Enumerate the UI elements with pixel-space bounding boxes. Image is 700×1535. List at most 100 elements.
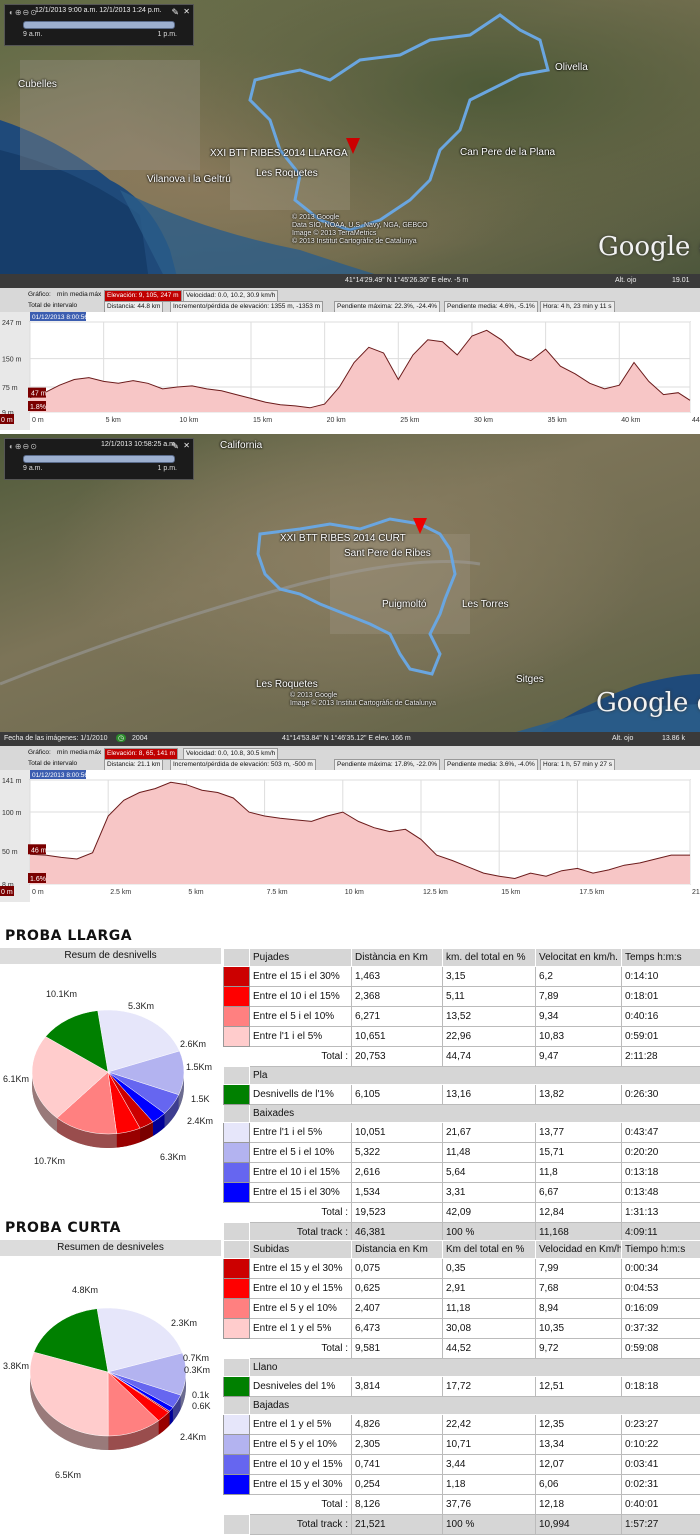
speed-cell: 7,89	[536, 987, 622, 1007]
color-swatch	[224, 1259, 250, 1279]
color-swatch	[224, 987, 250, 1007]
place-label: Les Torres	[462, 599, 509, 610]
elevation-profile[interactable]: 141 m100 m50 m8 m0 m2.5 km5 km7.5 km10 k…	[0, 770, 700, 902]
time-cell: 0:43:47	[622, 1123, 700, 1143]
row-label: Entre el 15 y el 30%	[250, 1259, 352, 1279]
elevation-chart-llarga[interactable]: 247 m150 m75 m9 m0 m5 km10 km15 km20 km2…	[0, 312, 700, 430]
map-view-llarga[interactable]: ◐⊕⊖⊙ 12/1/2013 9:00 a.m. 12/1/2013 1:24 …	[0, 0, 700, 288]
row-label: Entre el 10 y el 15%	[250, 1455, 352, 1475]
distance-cell: 2,407	[352, 1299, 443, 1319]
time-cell: 0:40:16	[622, 1007, 700, 1027]
percent-cell: 5,11	[443, 987, 536, 1007]
time-slider[interactable]	[23, 21, 175, 29]
percent-cell: 17,72	[443, 1377, 536, 1397]
color-swatch	[224, 1435, 250, 1455]
historical-imagery-icon[interactable]: ◷	[116, 734, 126, 742]
current-grade: 1.6%	[30, 876, 46, 883]
speed-cell: 13,82	[536, 1085, 622, 1105]
x-tick-label: 15 km	[501, 889, 520, 896]
total-label: Total :	[250, 1339, 352, 1359]
wrench-icon[interactable]: ✎	[171, 7, 179, 18]
y-tick-label: 141 m	[2, 778, 22, 785]
column-header: Pujades	[250, 949, 352, 967]
column-header: Subidas	[250, 1241, 352, 1259]
x-tick-label: 44.8 km	[692, 417, 700, 424]
blank-cell	[224, 1495, 250, 1515]
table-row: Entre l'1 i el 5%10,05121,6713,770:43:47	[224, 1123, 700, 1143]
map-status-bar: 41°14'29.49" N 1°45'26.36" E elev. -5 m …	[0, 274, 700, 288]
total-label: Total track :	[250, 1515, 352, 1535]
time-cell: 0:13:48	[622, 1183, 700, 1203]
pie-label: 1.5Km	[186, 1062, 212, 1072]
pie-label: 5.3Km	[128, 1001, 154, 1011]
zoom-controls-icon[interactable]: ◐⊕⊖⊙	[9, 442, 38, 451]
close-icon[interactable]: ✕	[183, 7, 190, 16]
pie-box-llarga: Resum de desnivells 10.1Km5.3Km2.6Km1.5K…	[0, 948, 221, 1212]
blank-cell	[224, 1203, 250, 1223]
elevation-panel-curta: Gráfico: mín media máx Elevación: 8, 65,…	[0, 746, 700, 902]
y-tick-label: 50 m	[2, 849, 18, 856]
color-swatch	[224, 1123, 250, 1143]
speed-cell: 11,8	[536, 1163, 622, 1183]
table-header-row: PujadesDistància en Kmkm. del total en %…	[224, 949, 700, 967]
time-cell: 1:31:13	[622, 1203, 700, 1223]
distance-cell: 10,651	[352, 1027, 443, 1047]
color-swatch	[224, 1299, 250, 1319]
date-tag: 01/12/2013 8:00:56	[32, 314, 88, 321]
pie-title: Resumen de desniveles	[0, 1240, 221, 1256]
pie-box-curta: Resumen de desniveles 4.8Km2.3Km0.7Km0.3…	[0, 1240, 221, 1514]
wrench-icon[interactable]: ✎	[171, 441, 179, 452]
placemark-icon[interactable]	[413, 518, 427, 534]
x-tick-label: 5 km	[188, 889, 203, 896]
table-row: Entre el 5 i el 10%6,27113,529,340:40:16	[224, 1007, 700, 1027]
speed-cell: 9,34	[536, 1007, 622, 1027]
elevation-chart-curta[interactable]: 141 m100 m50 m8 m0 m2.5 km5 km7.5 km10 k…	[0, 770, 700, 902]
table-row: Entre el 10 i el 15%2,6165,6411,80:13:18	[224, 1163, 700, 1183]
time-cell: 0:04:53	[622, 1279, 700, 1299]
pie-label: 2.4Km	[187, 1116, 213, 1126]
place-label: Can Pere de la Plana	[460, 147, 555, 158]
pie-label: 0.1k	[192, 1390, 210, 1400]
speed-cell: 13,77	[536, 1123, 622, 1143]
row-label: Entre l'1 i el 5%	[250, 1027, 352, 1047]
time-slider-box[interactable]: ◐⊕⊖⊙ 12/1/2013 10:58:25 a.m. ✎ ✕ 9 a.m. …	[4, 438, 194, 480]
distance-cell: 2,368	[352, 987, 443, 1007]
track-route-llarga	[250, 15, 548, 230]
pie-label: 2.3Km	[171, 1318, 197, 1328]
y-tick-label: 247 m	[2, 320, 22, 327]
x-tick-label: 40 km	[621, 417, 640, 424]
time-slider[interactable]	[23, 455, 175, 463]
placemark-icon[interactable]	[346, 138, 360, 154]
map-view-curta[interactable]: ◐⊕⊖⊙ 12/1/2013 10:58:25 a.m. ✎ ✕ 9 a.m. …	[0, 434, 700, 746]
time-slider-box[interactable]: ◐⊕⊖⊙ 12/1/2013 9:00 a.m. 12/1/2013 1:24 …	[4, 4, 194, 46]
blank-cell	[224, 1359, 250, 1377]
table-row: Desniveles del 1%3,81417,7212,510:18:18	[224, 1377, 700, 1397]
pie-label: 10.1Km	[46, 989, 77, 999]
x-tick-label: 10 km	[179, 417, 198, 424]
row-label: Entre el 1 y el 5%	[250, 1415, 352, 1435]
distance-cell: 0,254	[352, 1475, 443, 1495]
blank-cell	[224, 1339, 250, 1359]
percent-cell: 22,42	[443, 1415, 536, 1435]
row-label: Entre el 10 i el 15%	[250, 987, 352, 1007]
time-cell: 0:03:41	[622, 1455, 700, 1475]
row-label: Entre el 15 i el 30%	[250, 967, 352, 987]
x-tick-label: 2.5 km	[110, 889, 131, 896]
map-copyright: © 2013 Google Data SIO, NOAA, U.S. Navy,…	[292, 214, 428, 246]
speed-cell: 9,72	[536, 1339, 622, 1359]
zoom-controls-icon[interactable]: ◐⊕⊖⊙	[9, 8, 38, 17]
percent-cell: 37,76	[443, 1495, 536, 1515]
pie-label: 4.8Km	[72, 1285, 98, 1295]
color-swatch	[224, 1415, 250, 1435]
x-tick-label: 5 km	[106, 417, 121, 424]
close-icon[interactable]: ✕	[183, 441, 190, 450]
pie-label: 2.4Km	[180, 1432, 206, 1442]
distance-cell: 6,473	[352, 1319, 443, 1339]
column-header: Distància en Km	[352, 949, 443, 967]
row-label: Desnivells de l'1%	[250, 1085, 352, 1105]
pie-label: 6.5Km	[55, 1470, 81, 1480]
elevation-profile[interactable]: 247 m150 m75 m9 m0 m5 km10 km15 km20 km2…	[0, 312, 700, 430]
row-label: Entre el 15 i el 30%	[250, 1183, 352, 1203]
google-earth-logo: Google ea	[598, 232, 700, 262]
section-title-llarga: PROBA LLARGA	[5, 928, 132, 944]
